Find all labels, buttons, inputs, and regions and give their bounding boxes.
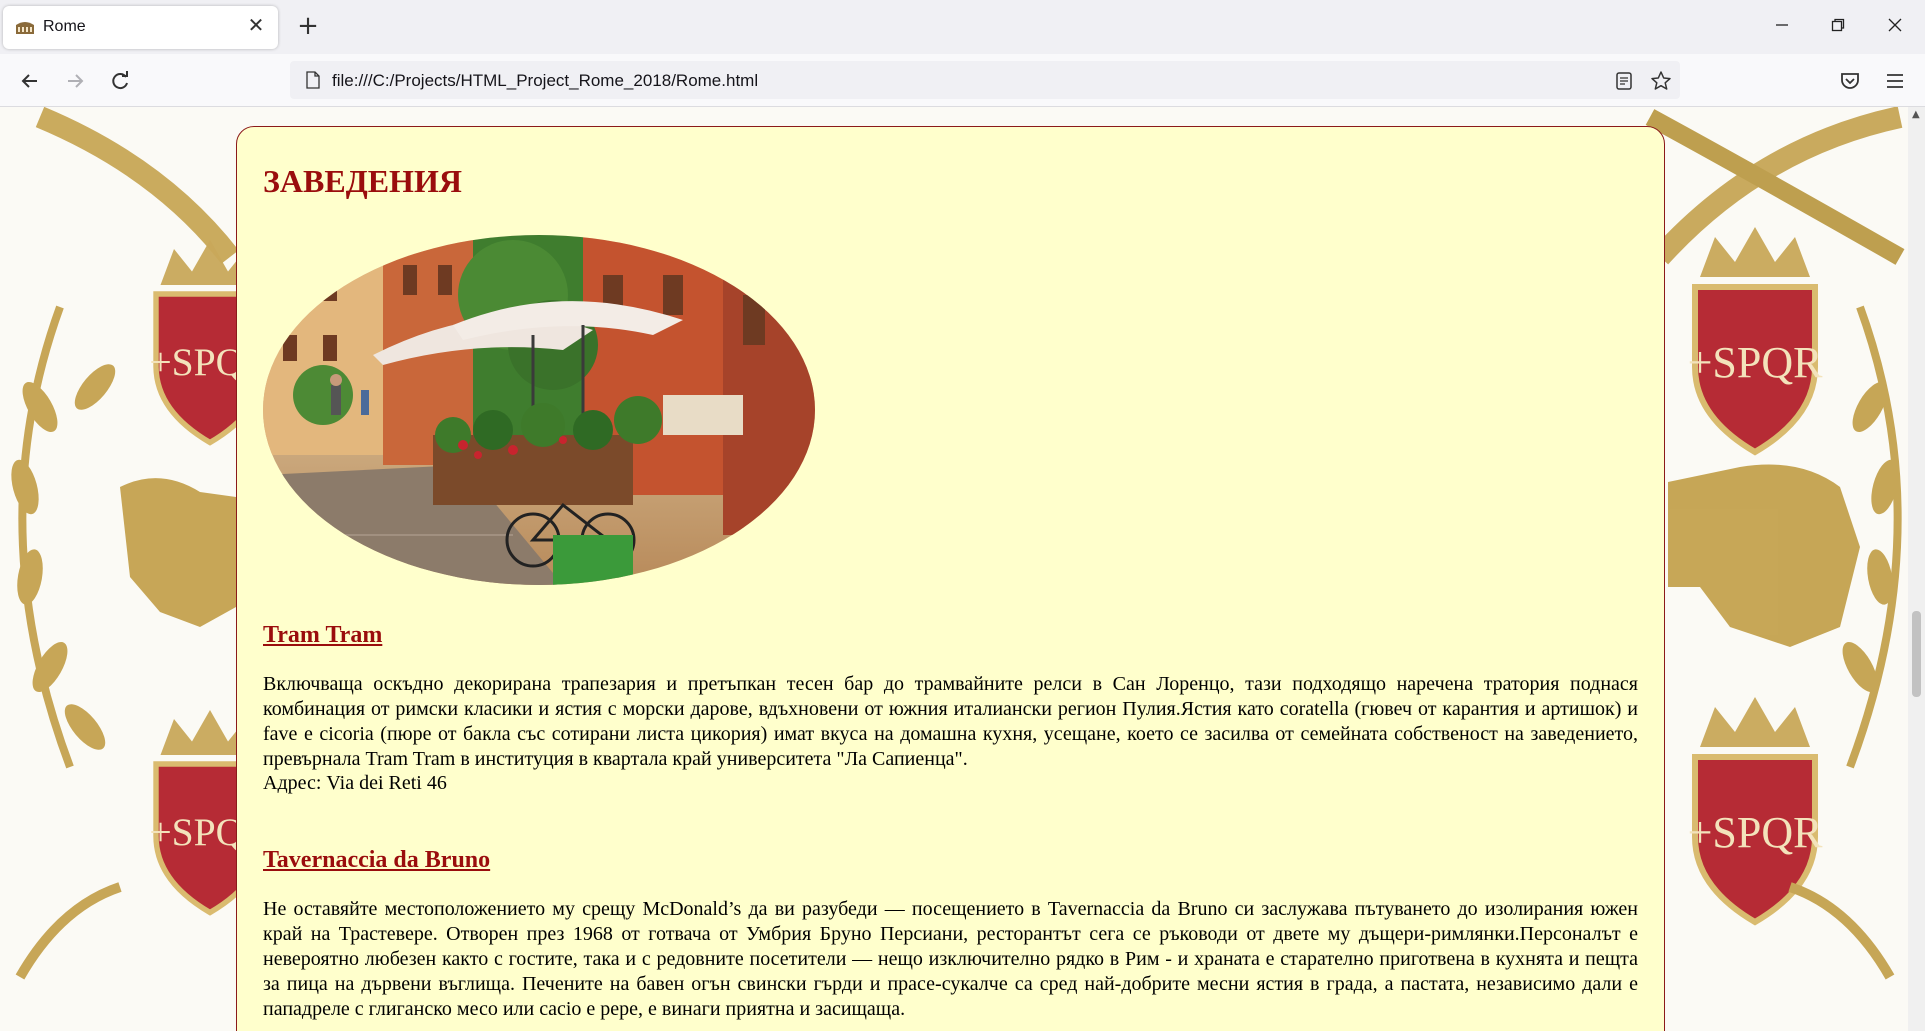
restaurant-street-photo (263, 235, 815, 585)
tab-strip: Rome ✕ + (0, 0, 1925, 54)
page-icon (306, 71, 320, 89)
browser-tab[interactable]: Rome ✕ (3, 6, 278, 49)
address-bar[interactable]: file:///C:/Projects/HTML_Project_Rome_20… (290, 61, 1680, 99)
close-tab-icon[interactable]: ✕ (244, 14, 268, 38)
pocket-icon[interactable] (1835, 66, 1865, 96)
scrollbar-thumb[interactable] (1912, 611, 1921, 697)
colosseum-icon (16, 22, 34, 34)
tab-title: Rome (43, 18, 86, 35)
back-arrow-icon[interactable] (15, 66, 45, 96)
venue-description-tram-tram: Включваща оскъдно декорирана трапезария … (263, 673, 1638, 770)
vertical-scrollbar[interactable]: ▲ (1908, 107, 1925, 1031)
reader-view-icon[interactable] (1613, 70, 1635, 92)
navigation-toolbar: file:///C:/Projects/HTML_Project_Rome_20… (0, 54, 1925, 107)
venue-address-tram-tram: Адрес: Via dei Reti 46 (263, 772, 447, 794)
url-text: file:///C:/Projects/HTML_Project_Rome_20… (332, 71, 759, 90)
new-tab-button[interactable]: + (294, 12, 322, 40)
scroll-up-arrow-icon[interactable]: ▲ (1912, 109, 1920, 120)
venue-title-tram-tram[interactable]: Tram Tram (263, 622, 382, 649)
main-content-panel: ЗАВЕДЕНИЯ Tram Tram Включваща оскъдно де… (236, 126, 1665, 1031)
close-window-icon[interactable] (1880, 12, 1910, 42)
forward-arrow-icon[interactable] (60, 66, 90, 96)
page-viewport[interactable]: +SPQR (0, 107, 1908, 1031)
bookmark-star-icon[interactable] (1650, 70, 1672, 92)
page-heading: ЗАВЕДЕНИЯ (263, 163, 462, 199)
minimize-icon[interactable] (1767, 12, 1797, 42)
venue-title-tavernaccia-da-bruno[interactable]: Tavernaccia da Bruno (263, 847, 490, 874)
menu-icon[interactable] (1880, 66, 1910, 96)
venue-description-tavernaccia-da-bruno: Не оставяйте местоположението му срещу M… (263, 898, 1638, 1020)
reload-icon[interactable] (105, 66, 135, 96)
restore-icon[interactable] (1823, 12, 1853, 42)
